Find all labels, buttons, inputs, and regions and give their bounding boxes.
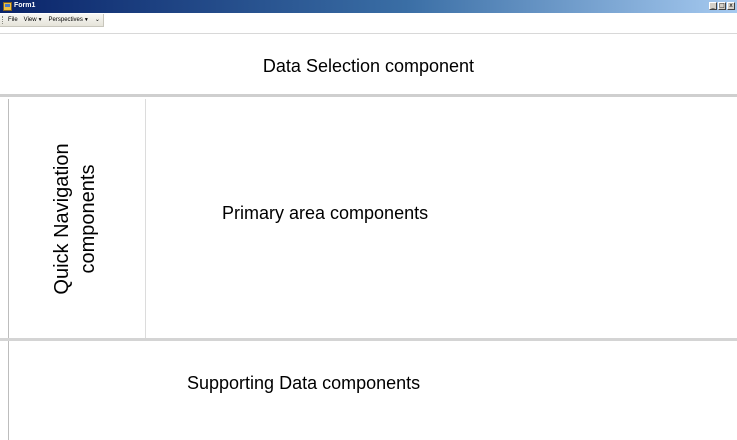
menu-bar: File View▼ Perspectives▼ ⌄ xyxy=(0,13,737,33)
quick-navigation-panel[interactable]: Quick Navigation components xyxy=(8,99,146,339)
quick-navigation-label: Quick Navigation components xyxy=(49,99,105,339)
data-selection-panel[interactable]: Data Selection component xyxy=(0,33,737,97)
supporting-data-panel[interactable]: Supporting Data components xyxy=(8,341,737,440)
title-bar[interactable]: Form1 _ □ x xyxy=(0,0,737,13)
quick-navigation-label-line1: Quick Navigation xyxy=(51,143,73,295)
quick-navigation-label-line2: components xyxy=(77,164,99,274)
toolstrip-grip-icon[interactable] xyxy=(2,16,5,24)
minimize-button[interactable]: _ xyxy=(709,2,717,10)
data-selection-label: Data Selection component xyxy=(262,56,475,76)
dropdown-arrow-icon: ▼ xyxy=(37,17,43,23)
close-button[interactable]: x xyxy=(727,2,735,10)
app-icon[interactable] xyxy=(3,2,12,11)
toolstrip-overflow-icon[interactable]: ⌄ xyxy=(95,16,100,24)
menu-perspectives[interactable]: Perspectives▼ xyxy=(49,16,89,24)
menu-file[interactable]: File xyxy=(8,16,18,24)
menu-view[interactable]: View▼ xyxy=(24,16,43,24)
primary-area-label: Primary area components xyxy=(222,203,429,223)
primary-area-panel[interactable]: Primary area components xyxy=(148,99,737,339)
menu-strip: File View▼ Perspectives▼ ⌄ xyxy=(0,14,104,27)
window-title: Form1 xyxy=(14,2,36,9)
dropdown-arrow-icon: ▼ xyxy=(83,17,89,23)
supporting-data-label: Supporting Data components xyxy=(187,373,421,393)
application-window: Form1 _ □ x File View▼ Perspectives▼ ⌄ D… xyxy=(0,0,737,440)
maximize-button[interactable]: □ xyxy=(718,2,726,10)
menu-view-label: View xyxy=(23,17,37,23)
menu-file-label: File xyxy=(8,17,18,23)
menu-perspectives-label: Perspectives xyxy=(48,17,83,23)
